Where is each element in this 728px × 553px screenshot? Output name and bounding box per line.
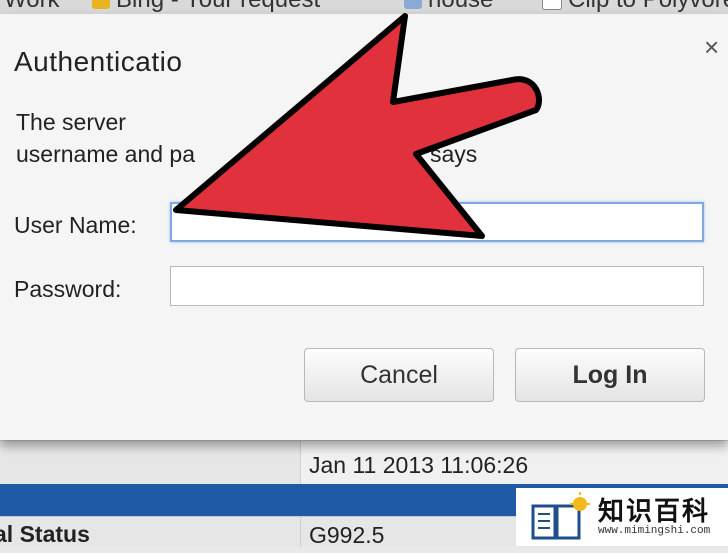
bookmark-label: Clip to Polyvore: [568, 0, 728, 14]
page-icon: [542, 0, 562, 10]
dialog-message: The server username and pa says: [16, 106, 477, 170]
bookmark-bing[interactable]: Bing - Your request: [92, 0, 320, 14]
book-lightbulb-icon: [531, 492, 590, 540]
password-field[interactable]: [170, 266, 704, 306]
bookmarks-bar: Work Bing - Your request house Clip to P…: [0, 0, 728, 14]
close-icon[interactable]: ×: [704, 32, 719, 63]
bookmark-label: house: [428, 0, 493, 14]
date-cell: Jan 11 2013 11:06:26: [300, 441, 728, 485]
authentication-dialog: Authenticatio × The server username and …: [0, 14, 728, 440]
bookmark-work[interactable]: Work: [4, 0, 60, 14]
watermark-url: www.mimingshi.com: [598, 525, 711, 537]
login-button[interactable]: Log In: [515, 348, 705, 402]
message-line-1: The server: [16, 109, 126, 135]
bookmark-label: Work: [4, 0, 60, 14]
message-says: says: [430, 141, 478, 167]
bing-icon: [92, 0, 110, 9]
watermark-brand: 知识百科: [598, 496, 711, 526]
table-row: Jan 11 2013 11:06:26: [0, 440, 728, 485]
password-label: Password:: [14, 276, 122, 302]
bookmark-icon: [404, 0, 422, 9]
cancel-button[interactable]: Cancel: [304, 348, 494, 402]
username-field[interactable]: [170, 202, 704, 242]
message-line-2: username and pa: [16, 141, 196, 167]
dialog-title: Authenticatio: [14, 46, 183, 77]
bookmark-label: Bing - Your request: [116, 0, 320, 14]
bookmark-house[interactable]: house: [404, 0, 493, 14]
bookmark-polyvore[interactable]: Clip to Polyvore: [542, 0, 728, 14]
watermark: 知识百科 www.mimingshi.com: [516, 488, 728, 546]
status-label: al Status: [0, 521, 90, 547]
username-label: User Name:: [14, 212, 137, 238]
